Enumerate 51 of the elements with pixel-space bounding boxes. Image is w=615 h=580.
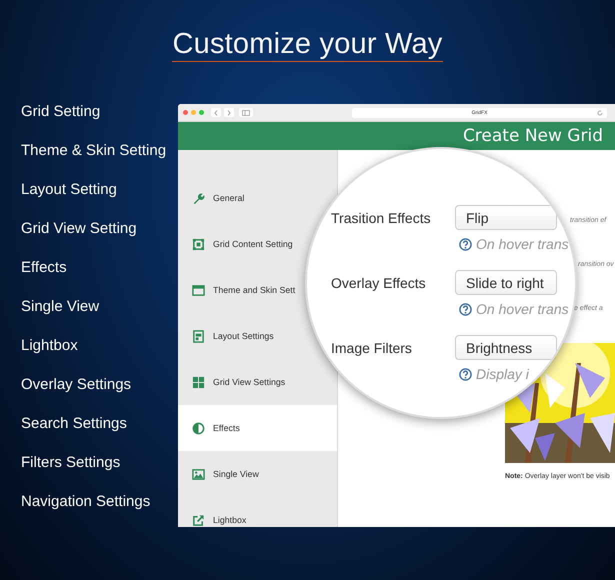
feature-item: Overlay Settings [21, 375, 132, 395]
close-button[interactable] [183, 110, 188, 115]
layout-icon [192, 330, 205, 342]
effect-dropdown[interactable]: Flip [455, 205, 557, 230]
feature-item: Grid View Setting [21, 219, 138, 239]
feature-item: Lightbox [21, 336, 79, 356]
feature-item: Layout Setting [21, 180, 118, 200]
sidebar-item[interactable]: Effects [192, 422, 240, 434]
forward-button[interactable] [224, 108, 234, 117]
chevron-left-icon [214, 110, 218, 116]
zoom-button[interactable] [199, 110, 204, 115]
hint-text: On hover trans [476, 301, 569, 317]
minimize-button[interactable] [191, 110, 196, 115]
effect-dropdown[interactable]: Slide to right [455, 270, 557, 295]
headline: Customize your Way [172, 28, 443, 62]
sidebar-icon [242, 110, 250, 116]
wrench-icon [192, 192, 205, 204]
sidebar-item[interactable]: Theme and Skin Sett [192, 284, 296, 296]
chevron-right-icon [227, 110, 231, 116]
tiles-icon [192, 376, 205, 388]
feature-item: Filters Settings [21, 453, 122, 473]
sidebar-item[interactable]: Layout Settings [192, 330, 274, 342]
page-title: Create New Grid [462, 126, 603, 146]
feature-item: Grid Setting [21, 102, 102, 122]
image-icon [192, 468, 205, 480]
sidebar-item[interactable]: Grid Content Setting [192, 238, 293, 250]
feature-item: Navigation Settings [21, 492, 152, 512]
sidebar-button[interactable] [239, 108, 253, 117]
sidebar-item[interactable]: Single View [192, 468, 259, 480]
effect-dropdown[interactable]: Brightness [455, 335, 557, 360]
feature-item: Search Settings [21, 414, 128, 434]
sidebar-item[interactable]: Grid View Settings [192, 376, 286, 388]
external-link-icon [192, 514, 205, 526]
hint-text: On hover trans [476, 236, 569, 252]
feature-item: Single View [21, 297, 100, 317]
reload-icon[interactable] [597, 110, 603, 116]
field-label: Trasition Effects [331, 210, 432, 226]
feature-item: Effects [21, 258, 68, 278]
feature-item: Theme & Skin Setting [21, 141, 168, 161]
back-button[interactable] [211, 108, 221, 117]
help-icon[interactable] [459, 302, 472, 316]
window-icon [192, 284, 205, 296]
hint-text: Display i [476, 366, 529, 382]
sidebar-item[interactable]: General [192, 192, 244, 204]
help-icon[interactable] [459, 368, 472, 380]
field-label: Image Filters [331, 340, 413, 356]
help-icon[interactable] [459, 238, 472, 250]
contrast-icon [192, 422, 205, 434]
sidebar-item[interactable]: Lightbox [192, 514, 246, 526]
frame-icon [192, 238, 205, 250]
field-label: Overlay Effects [331, 274, 427, 290]
